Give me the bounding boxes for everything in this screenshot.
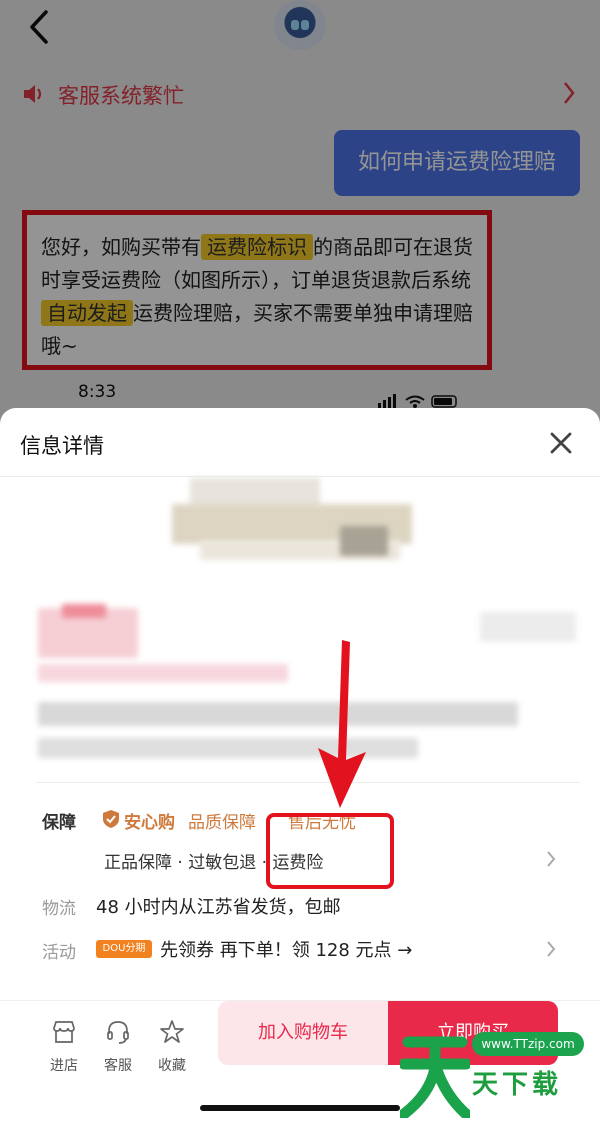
sheet-title: 信息详情: [20, 434, 104, 458]
watermark-logo-icon: [400, 1036, 470, 1118]
guarantee-label: 保障: [42, 813, 76, 833]
chevron-right-icon[interactable]: [546, 850, 556, 868]
home-indicator[interactable]: [200, 1105, 400, 1111]
annotation-highlight-box: [266, 813, 394, 889]
annotation-arrow-icon: [318, 640, 366, 808]
modal-overlay[interactable]: [0, 0, 600, 430]
shipping-info: 48 小时内从江苏省发货，包邮: [96, 897, 341, 918]
anxingou-brand: 安心购: [124, 813, 175, 833]
close-icon[interactable]: [550, 432, 572, 454]
store-icon: [53, 1021, 75, 1043]
favorite-label: 收藏: [158, 1058, 186, 1074]
add-to-cart-button[interactable]: 加入购物车: [218, 1001, 388, 1065]
site-watermark: www.TTzip.com 天下载: [400, 1014, 590, 1126]
favorite-button[interactable]: 收藏: [148, 1019, 196, 1075]
star-icon: [160, 1020, 184, 1043]
customer-service-button[interactable]: 客服: [94, 1019, 142, 1075]
coupon-promotion[interactable]: 先领券 再下单！领 128 元点 →: [160, 936, 412, 962]
chevron-right-icon[interactable]: [546, 940, 556, 958]
shipping-label: 物流: [42, 899, 76, 919]
watermark-text: 天下载: [472, 1070, 563, 1100]
headset-icon: [107, 1021, 129, 1044]
watermark-url: www.TTzip.com: [472, 1032, 584, 1056]
service-label: 客服: [104, 1058, 132, 1074]
shield-icon: [103, 810, 119, 828]
dou-installment-badge: DOU分期: [96, 940, 152, 958]
divider: [36, 782, 580, 783]
store-label: 进店: [50, 1058, 78, 1074]
guarantee-tag: 品质保障: [188, 813, 256, 833]
promotion-label: 活动: [42, 943, 76, 963]
store-button[interactable]: 进店: [40, 1019, 88, 1075]
divider: [0, 476, 600, 477]
